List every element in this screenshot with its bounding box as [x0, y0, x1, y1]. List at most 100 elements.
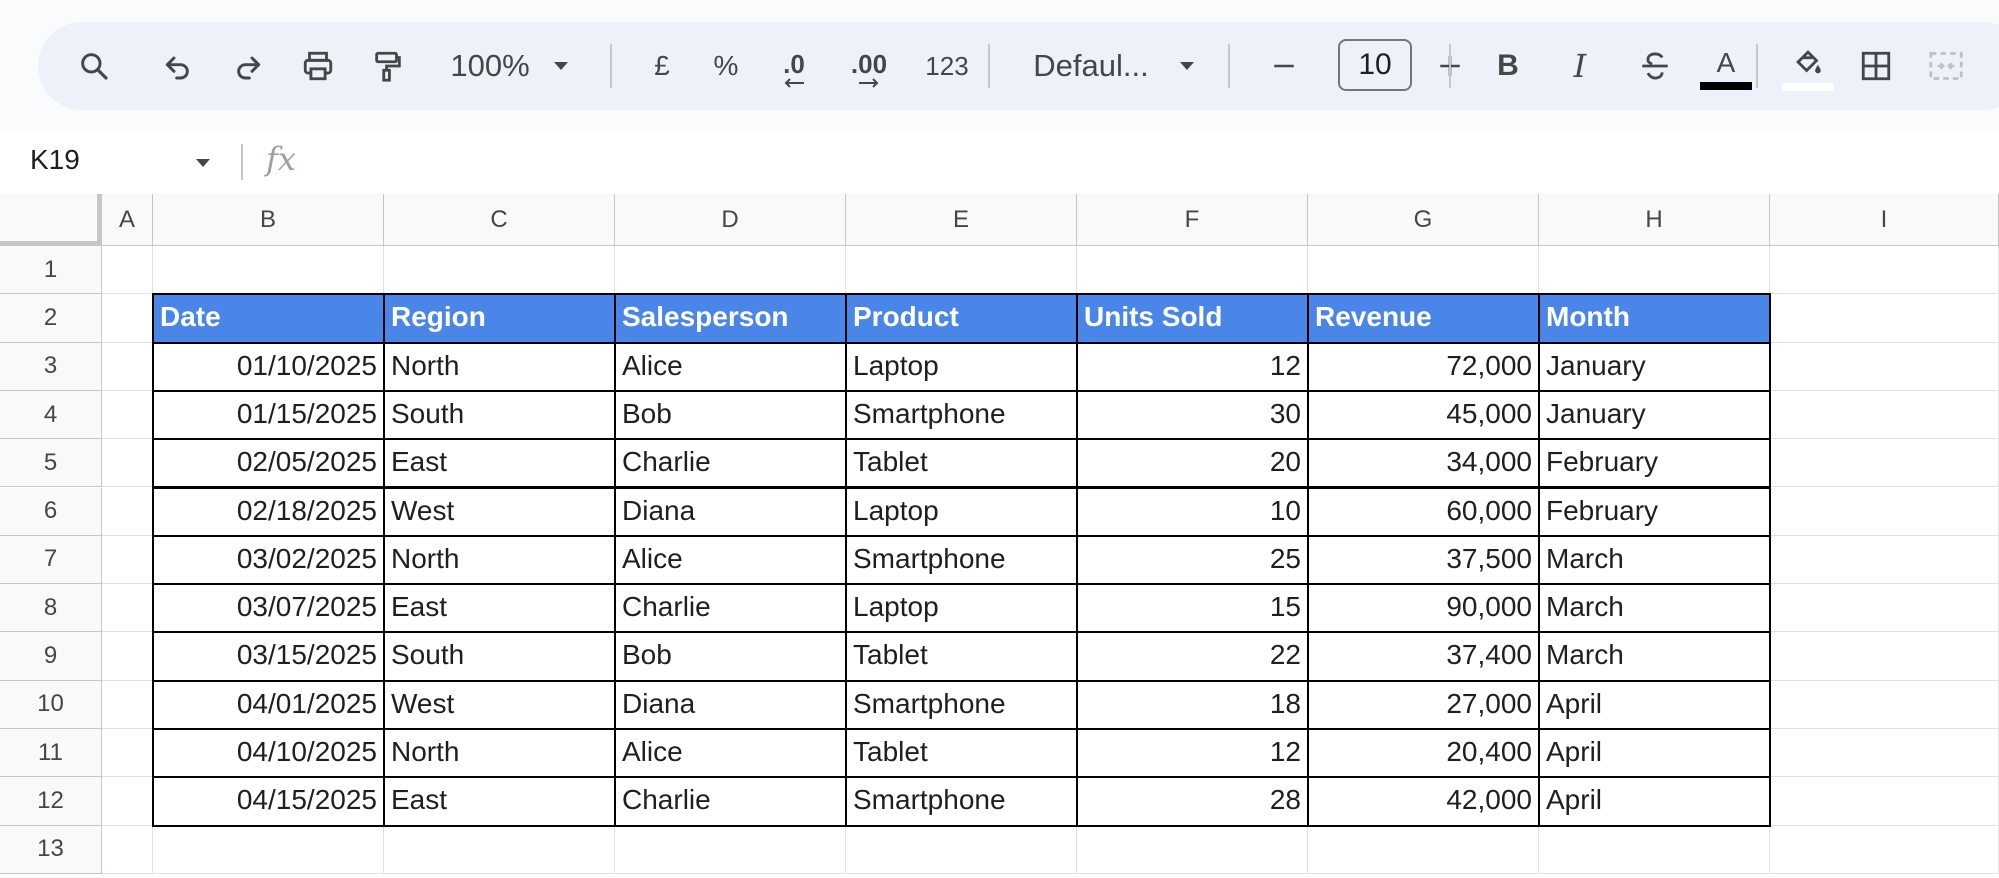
cell[interactable] [615, 246, 846, 295]
cell[interactable] [153, 825, 384, 874]
table-cell[interactable]: March [1538, 583, 1771, 634]
cell[interactable] [102, 342, 153, 391]
text-color-button[interactable]: A [1698, 22, 1754, 110]
select-all-corner[interactable] [0, 194, 102, 246]
cell[interactable] [1308, 246, 1539, 295]
table-cell[interactable]: East [383, 583, 616, 634]
table-cell[interactable]: 03/02/2025 [152, 534, 385, 586]
merge-cells-icon[interactable] [1924, 22, 1968, 110]
table-cell[interactable]: Laptop [845, 583, 1078, 634]
table-cell[interactable]: April [1538, 776, 1771, 827]
table-cell[interactable]: Alice [614, 728, 847, 779]
cell[interactable] [846, 246, 1077, 295]
row-header-5[interactable]: 5 [0, 439, 102, 488]
table-cell[interactable]: Charlie [614, 776, 847, 827]
cell[interactable] [102, 487, 153, 536]
cell[interactable] [1770, 632, 1999, 681]
row-header-10[interactable]: 10 [0, 680, 102, 729]
table-cell[interactable]: April [1538, 679, 1771, 730]
cell[interactable] [615, 825, 846, 874]
italic-button[interactable]: I [1560, 22, 1600, 110]
table-cell[interactable]: 02/18/2025 [152, 486, 385, 537]
table-cell[interactable]: February [1538, 486, 1771, 537]
cell[interactable] [1770, 487, 1999, 536]
cell[interactable] [102, 825, 153, 874]
paint-format-icon[interactable] [366, 22, 410, 110]
cell[interactable] [1770, 729, 1999, 778]
strikethrough-icon[interactable] [1633, 22, 1677, 110]
cell[interactable] [102, 535, 153, 585]
row-header-7[interactable]: 7 [0, 535, 102, 585]
cell[interactable] [1770, 439, 1999, 488]
table-cell[interactable]: Laptop [845, 341, 1078, 392]
table-cell[interactable]: Laptop [845, 486, 1078, 537]
cell[interactable] [102, 439, 153, 488]
table-cell[interactable]: 04/15/2025 [152, 776, 385, 827]
table-cell[interactable]: Tablet [845, 438, 1078, 489]
table-cell[interactable]: Charlie [614, 438, 847, 489]
column-header-d[interactable]: D [615, 194, 846, 246]
table-cell[interactable]: Alice [614, 341, 847, 392]
table-header-cell[interactable]: Salesperson [614, 293, 847, 344]
table-cell[interactable]: April [1538, 728, 1771, 779]
table-cell[interactable]: Smartphone [845, 389, 1078, 441]
table-cell[interactable]: South [383, 631, 616, 682]
cell[interactable] [1770, 246, 1999, 295]
currency-format-button[interactable]: £ [642, 22, 682, 110]
column-header-c[interactable]: C [384, 194, 615, 246]
table-cell[interactable]: 01/15/2025 [152, 389, 385, 441]
cell[interactable] [1308, 825, 1539, 874]
table-cell[interactable]: East [383, 438, 616, 489]
minus-icon[interactable] [1264, 22, 1304, 110]
table-cell[interactable]: January [1538, 389, 1771, 441]
cell[interactable] [1077, 825, 1308, 874]
percent-format-button[interactable]: % [706, 22, 746, 110]
cell[interactable] [1077, 246, 1308, 295]
cell[interactable] [1770, 777, 1999, 826]
table-cell[interactable]: 03/07/2025 [152, 583, 385, 634]
table-cell[interactable]: 04/01/2025 [152, 679, 385, 730]
table-cell[interactable]: Smartphone [845, 679, 1078, 730]
table-cell[interactable]: 18 [1076, 679, 1309, 730]
table-cell[interactable]: 15 [1076, 583, 1309, 634]
table-cell[interactable]: March [1538, 534, 1771, 586]
column-header-a[interactable]: A [102, 194, 153, 246]
table-cell[interactable]: 25 [1076, 534, 1309, 586]
name-box-dropdown-icon[interactable] [194, 156, 212, 174]
cell[interactable] [102, 584, 153, 633]
row-header-4[interactable]: 4 [0, 390, 102, 440]
table-cell[interactable]: February [1538, 438, 1771, 489]
table-cell[interactable]: 20 [1076, 438, 1309, 489]
cell[interactable] [1770, 342, 1999, 391]
cell[interactable] [102, 680, 153, 729]
table-cell[interactable]: 22 [1076, 631, 1309, 682]
bold-button[interactable]: B [1488, 22, 1528, 110]
cell[interactable] [384, 246, 615, 295]
table-cell[interactable]: 34,000 [1307, 438, 1540, 489]
cell[interactable] [1770, 294, 1999, 343]
column-header-i[interactable]: I [1770, 194, 1999, 246]
table-cell[interactable]: 72,000 [1307, 341, 1540, 392]
cell[interactable] [102, 777, 153, 826]
row-header-1[interactable]: 1 [0, 246, 102, 295]
table-cell[interactable]: 12 [1076, 728, 1309, 779]
row-header-13[interactable]: 13 [0, 825, 102, 874]
font-size-input[interactable]: 10 [1338, 39, 1412, 91]
cell[interactable] [384, 825, 615, 874]
table-cell[interactable]: 90,000 [1307, 583, 1540, 634]
print-icon[interactable] [296, 22, 340, 110]
increase-decimal-button[interactable]: .00 [838, 22, 900, 110]
column-header-b[interactable]: B [153, 194, 384, 246]
table-cell[interactable]: 60,000 [1307, 486, 1540, 537]
row-header-11[interactable]: 11 [0, 729, 102, 778]
table-cell[interactable]: North [383, 341, 616, 392]
table-cell[interactable]: Diana [614, 679, 847, 730]
row-header-2[interactable]: 2 [0, 294, 102, 343]
table-cell[interactable]: West [383, 679, 616, 730]
zoom-dropdown-icon[interactable] [546, 22, 576, 110]
table-cell[interactable]: Tablet [845, 728, 1078, 779]
table-cell[interactable]: 45,000 [1307, 389, 1540, 441]
column-header-g[interactable]: G [1308, 194, 1539, 246]
row-header-8[interactable]: 8 [0, 584, 102, 633]
row-header-6[interactable]: 6 [0, 487, 102, 536]
